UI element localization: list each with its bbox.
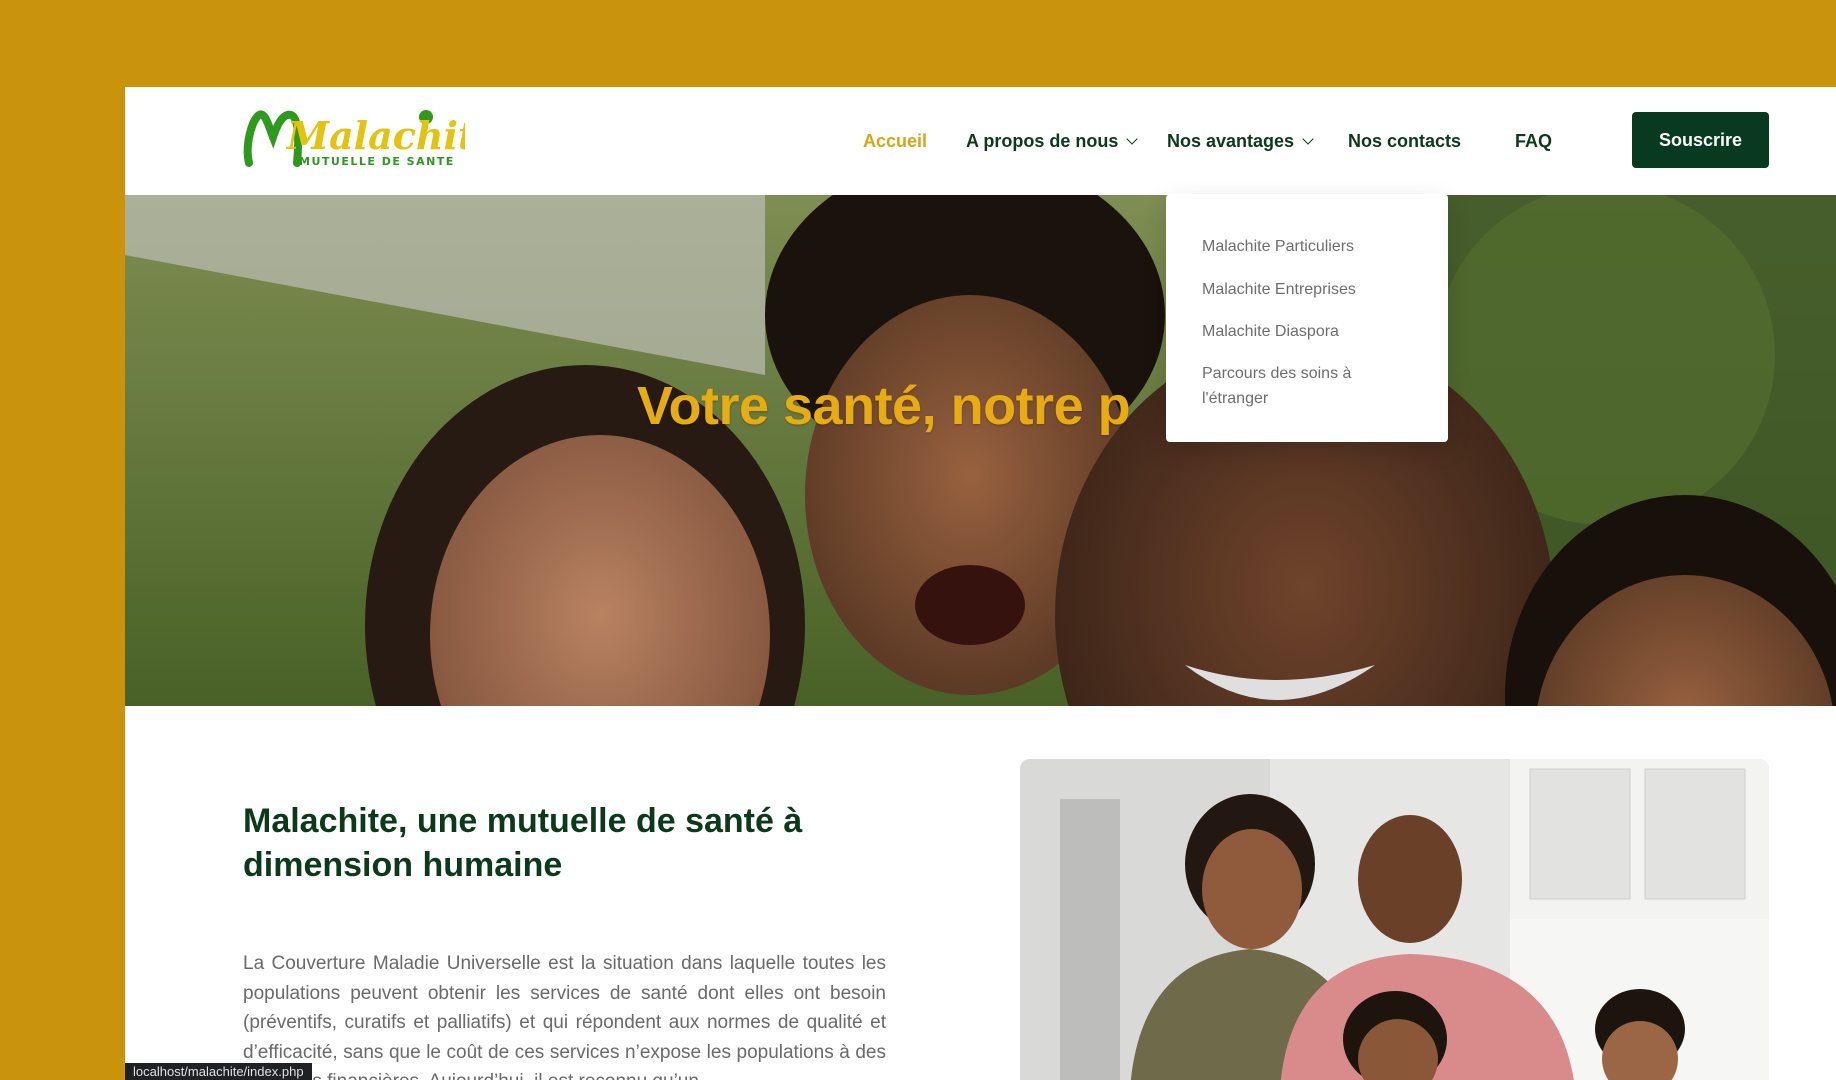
hero-family-photo xyxy=(125,195,1836,706)
site-header: Malachite MUTUELLE DE SANTE Accueil A pr… xyxy=(125,87,1836,195)
dropdown-item-diaspora[interactable]: Malachite Diaspora xyxy=(1202,319,1412,344)
nav-item-nos-avantages[interactable]: Nos avantages xyxy=(1167,131,1314,151)
nav-item-label: Nos avantages xyxy=(1167,131,1295,151)
nav-item-label: Accueil xyxy=(863,131,928,151)
dropdown-item-entreprises[interactable]: Malachite Entreprises xyxy=(1202,277,1412,302)
main-nav: Accueil A propos de nous Nos avantages N… xyxy=(125,87,1836,195)
page: Malachite MUTUELLE DE SANTE Accueil A pr… xyxy=(125,87,1836,1080)
family-photo-illustration xyxy=(1020,759,1769,1080)
nav-item-label: FAQ xyxy=(1515,131,1553,151)
dropdown-item-particuliers[interactable]: Malachite Particuliers xyxy=(1202,234,1412,259)
nav-item-label: Nos contacts xyxy=(1348,131,1462,151)
hero-banner: Votre santé, notre p xyxy=(125,195,1836,706)
family-kitchen-photo xyxy=(1020,759,1769,1080)
souscrire-button[interactable]: Souscrire xyxy=(1632,112,1769,168)
nav-item-label: A propos de nous xyxy=(966,131,1119,151)
dropdown-item-parcours-soins[interactable]: Parcours des soins à l'étranger xyxy=(1202,361,1412,411)
nav-item-nos-contacts[interactable]: Nos contacts xyxy=(1348,131,1461,151)
nos-avantages-dropdown: Malachite Particuliers Malachite Entrepr… xyxy=(1166,194,1448,442)
chevron-down-icon xyxy=(1126,133,1139,145)
nav-item-faq[interactable]: FAQ xyxy=(1515,131,1552,151)
intro-text: La Couverture Maladie Universelle est la… xyxy=(243,953,886,1080)
link-status-url: localhost/malachite/index.php xyxy=(125,1063,312,1080)
chevron-down-icon xyxy=(1302,133,1314,145)
hero-title: Votre santé, notre p xyxy=(637,376,1131,436)
nav-item-a-propos[interactable]: A propos de nous xyxy=(966,131,1139,151)
nav-item-accueil[interactable]: Accueil xyxy=(863,131,927,151)
intro-title: Malachite, une mutuelle de santé à dimen… xyxy=(243,802,803,884)
